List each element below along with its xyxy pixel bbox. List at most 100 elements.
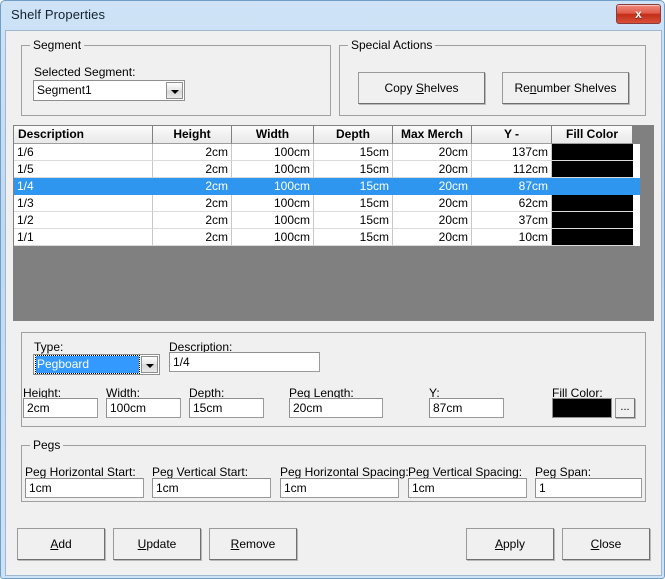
table-cell-depth: 15cm bbox=[314, 144, 393, 161]
renumber-shelves-post: umber Shelves bbox=[536, 81, 617, 95]
peg-horizontal-spacing-label: Peg Horizontal Spacing: bbox=[280, 465, 409, 479]
peg-horizontal-start-input[interactable] bbox=[25, 478, 144, 498]
selected-segment-combo[interactable]: Segment1 bbox=[33, 80, 185, 101]
renumber-shelves-pre: Re bbox=[514, 81, 530, 95]
remove-mnemonic: R bbox=[230, 537, 240, 551]
table-cell-max-merch: 20cm bbox=[393, 161, 472, 178]
table-cell-y: 37cm bbox=[472, 212, 552, 229]
table-cell-height: 2cm bbox=[153, 144, 232, 161]
add-button[interactable]: Add bbox=[17, 528, 105, 560]
chevron-down-icon[interactable] bbox=[141, 356, 158, 373]
grid-column-header[interactable]: Max Merch bbox=[393, 126, 472, 144]
table-cell-y: 87cm bbox=[472, 178, 552, 195]
copy-shelves-button[interactable]: Copy Shelves bbox=[358, 72, 485, 104]
table-row[interactable]: 1/1 2cm 100cm 15cm 20cm 10cm bbox=[14, 229, 653, 246]
fill-color-cell bbox=[552, 161, 633, 178]
table-cell-description: 1/5 bbox=[14, 161, 153, 178]
table-row[interactable]: 1/4 2cm 100cm 15cm 20cm 87cm bbox=[14, 178, 653, 195]
close-button[interactable]: Close bbox=[562, 528, 650, 560]
update-mnemonic: U bbox=[137, 537, 147, 551]
peg-vertical-spacing-label: Peg Vertical Spacing: bbox=[408, 465, 523, 479]
type-value: Pegboard bbox=[35, 355, 140, 374]
fill-color-swatch[interactable] bbox=[552, 398, 612, 418]
table-cell-height: 2cm bbox=[153, 212, 232, 229]
grid-column-header[interactable]: Width bbox=[232, 126, 314, 144]
apply-button[interactable]: Apply bbox=[466, 528, 554, 560]
table-cell-y: 112cm bbox=[472, 161, 552, 178]
table-cell-description: 1/1 bbox=[14, 229, 153, 246]
peg-length-input[interactable] bbox=[289, 398, 383, 418]
shelves-grid[interactable]: Description Height Width Depth Max Merch Y -F… bbox=[13, 125, 654, 321]
peg-vertical-start-input[interactable] bbox=[152, 478, 271, 498]
grid-header-row: Description Height Width Depth Max Merch Y -F… bbox=[14, 126, 653, 144]
type-combo[interactable]: Pegboard bbox=[33, 354, 160, 375]
table-cell-width: 100cm bbox=[232, 195, 314, 212]
table-cell-depth: 15cm bbox=[314, 229, 393, 246]
grid-column-header[interactable]: Y - bbox=[472, 126, 552, 144]
table-cell-depth: 15cm bbox=[314, 212, 393, 229]
table-cell-y: 137cm bbox=[472, 144, 552, 161]
chevron-down-icon[interactable] bbox=[166, 82, 183, 99]
table-cell-description: 1/6 bbox=[14, 144, 153, 161]
table-cell-max-merch: 20cm bbox=[393, 212, 472, 229]
grid-body[interactable]: 1/6 2cm 100cm 15cm 20cm 137cm 1/5 2cm 100cm 15cm 2… bbox=[14, 144, 653, 246]
grid-scrollbar-area[interactable] bbox=[640, 126, 653, 320]
fill-color-cell bbox=[552, 178, 633, 195]
table-cell-width: 100cm bbox=[232, 161, 314, 178]
table-cell-max-merch: 20cm bbox=[393, 178, 472, 195]
close-icon: x bbox=[635, 7, 642, 21]
peg-span-label: Peg Span: bbox=[535, 465, 592, 479]
close-post: lose bbox=[599, 537, 622, 551]
table-cell-description: 1/3 bbox=[14, 195, 153, 212]
depth-input[interactable] bbox=[189, 398, 264, 418]
table-cell-width: 100cm bbox=[232, 144, 314, 161]
selected-segment-value: Segment1 bbox=[37, 83, 92, 97]
update-button[interactable]: Update bbox=[113, 528, 201, 560]
height-input[interactable] bbox=[23, 398, 98, 418]
shelf-properties-window: Shelf Properties x Segment Selected Segm… bbox=[0, 0, 665, 579]
renumber-shelves-button[interactable]: Renumber Shelves bbox=[502, 72, 629, 104]
peg-vertical-spacing-input[interactable] bbox=[408, 478, 527, 498]
fill-color-cell bbox=[552, 229, 633, 246]
title-bar: Shelf Properties x bbox=[1, 1, 665, 30]
table-cell-depth: 15cm bbox=[314, 178, 393, 195]
y-input[interactable] bbox=[429, 398, 504, 418]
copy-shelves-post: helves bbox=[423, 81, 459, 95]
special-actions-group-title: Special Actions bbox=[348, 38, 436, 52]
close-window-button[interactable]: x bbox=[616, 4, 661, 24]
fill-color-cell bbox=[552, 195, 633, 212]
fill-color-cell bbox=[552, 212, 633, 229]
update-post: pdate bbox=[146, 537, 177, 551]
grid-column-header[interactable]: Description bbox=[14, 126, 153, 144]
apply-mnemonic: A bbox=[494, 537, 503, 551]
table-cell-height: 2cm bbox=[153, 229, 232, 246]
description-input[interactable] bbox=[169, 352, 320, 372]
peg-horizontal-spacing-input[interactable] bbox=[280, 478, 399, 498]
table-cell-description: 1/4 bbox=[14, 178, 153, 195]
table-cell-depth: 15cm bbox=[314, 195, 393, 212]
table-cell-height: 2cm bbox=[153, 178, 232, 195]
apply-post: pply bbox=[503, 537, 526, 551]
table-cell-depth: 15cm bbox=[314, 161, 393, 178]
table-row[interactable]: 1/2 2cm 100cm 15cm 20cm 37cm bbox=[14, 212, 653, 229]
fill-color-cell bbox=[552, 144, 633, 161]
table-row[interactable]: 1/6 2cm 100cm 15cm 20cm 137cm bbox=[14, 144, 653, 161]
table-row[interactable]: 1/3 2cm 100cm 15cm 20cm 62cm bbox=[14, 195, 653, 212]
grid-column-header[interactable]: Depth bbox=[314, 126, 393, 144]
grid-column-header[interactable]: Fill Color bbox=[552, 126, 633, 144]
table-row[interactable]: 1/5 2cm 100cm 15cm 20cm 112cm bbox=[14, 161, 653, 178]
table-cell-width: 100cm bbox=[232, 212, 314, 229]
table-cell-width: 100cm bbox=[232, 229, 314, 246]
segment-group-title: Segment bbox=[30, 38, 85, 52]
grid-column-header[interactable]: Height bbox=[153, 126, 232, 144]
table-cell-max-merch: 20cm bbox=[393, 195, 472, 212]
peg-horizontal-start-label: Peg Horizontal Start: bbox=[25, 465, 136, 479]
table-cell-height: 2cm bbox=[153, 161, 232, 178]
table-cell-description: 1/2 bbox=[14, 212, 153, 229]
width-input[interactable] bbox=[106, 398, 181, 418]
remove-button[interactable]: Remove bbox=[209, 528, 297, 560]
selected-segment-label: Selected Segment: bbox=[34, 65, 136, 79]
peg-span-input[interactable] bbox=[535, 478, 642, 498]
fill-color-browse-button[interactable]: ... bbox=[615, 398, 635, 418]
window-title: Shelf Properties bbox=[11, 7, 106, 22]
